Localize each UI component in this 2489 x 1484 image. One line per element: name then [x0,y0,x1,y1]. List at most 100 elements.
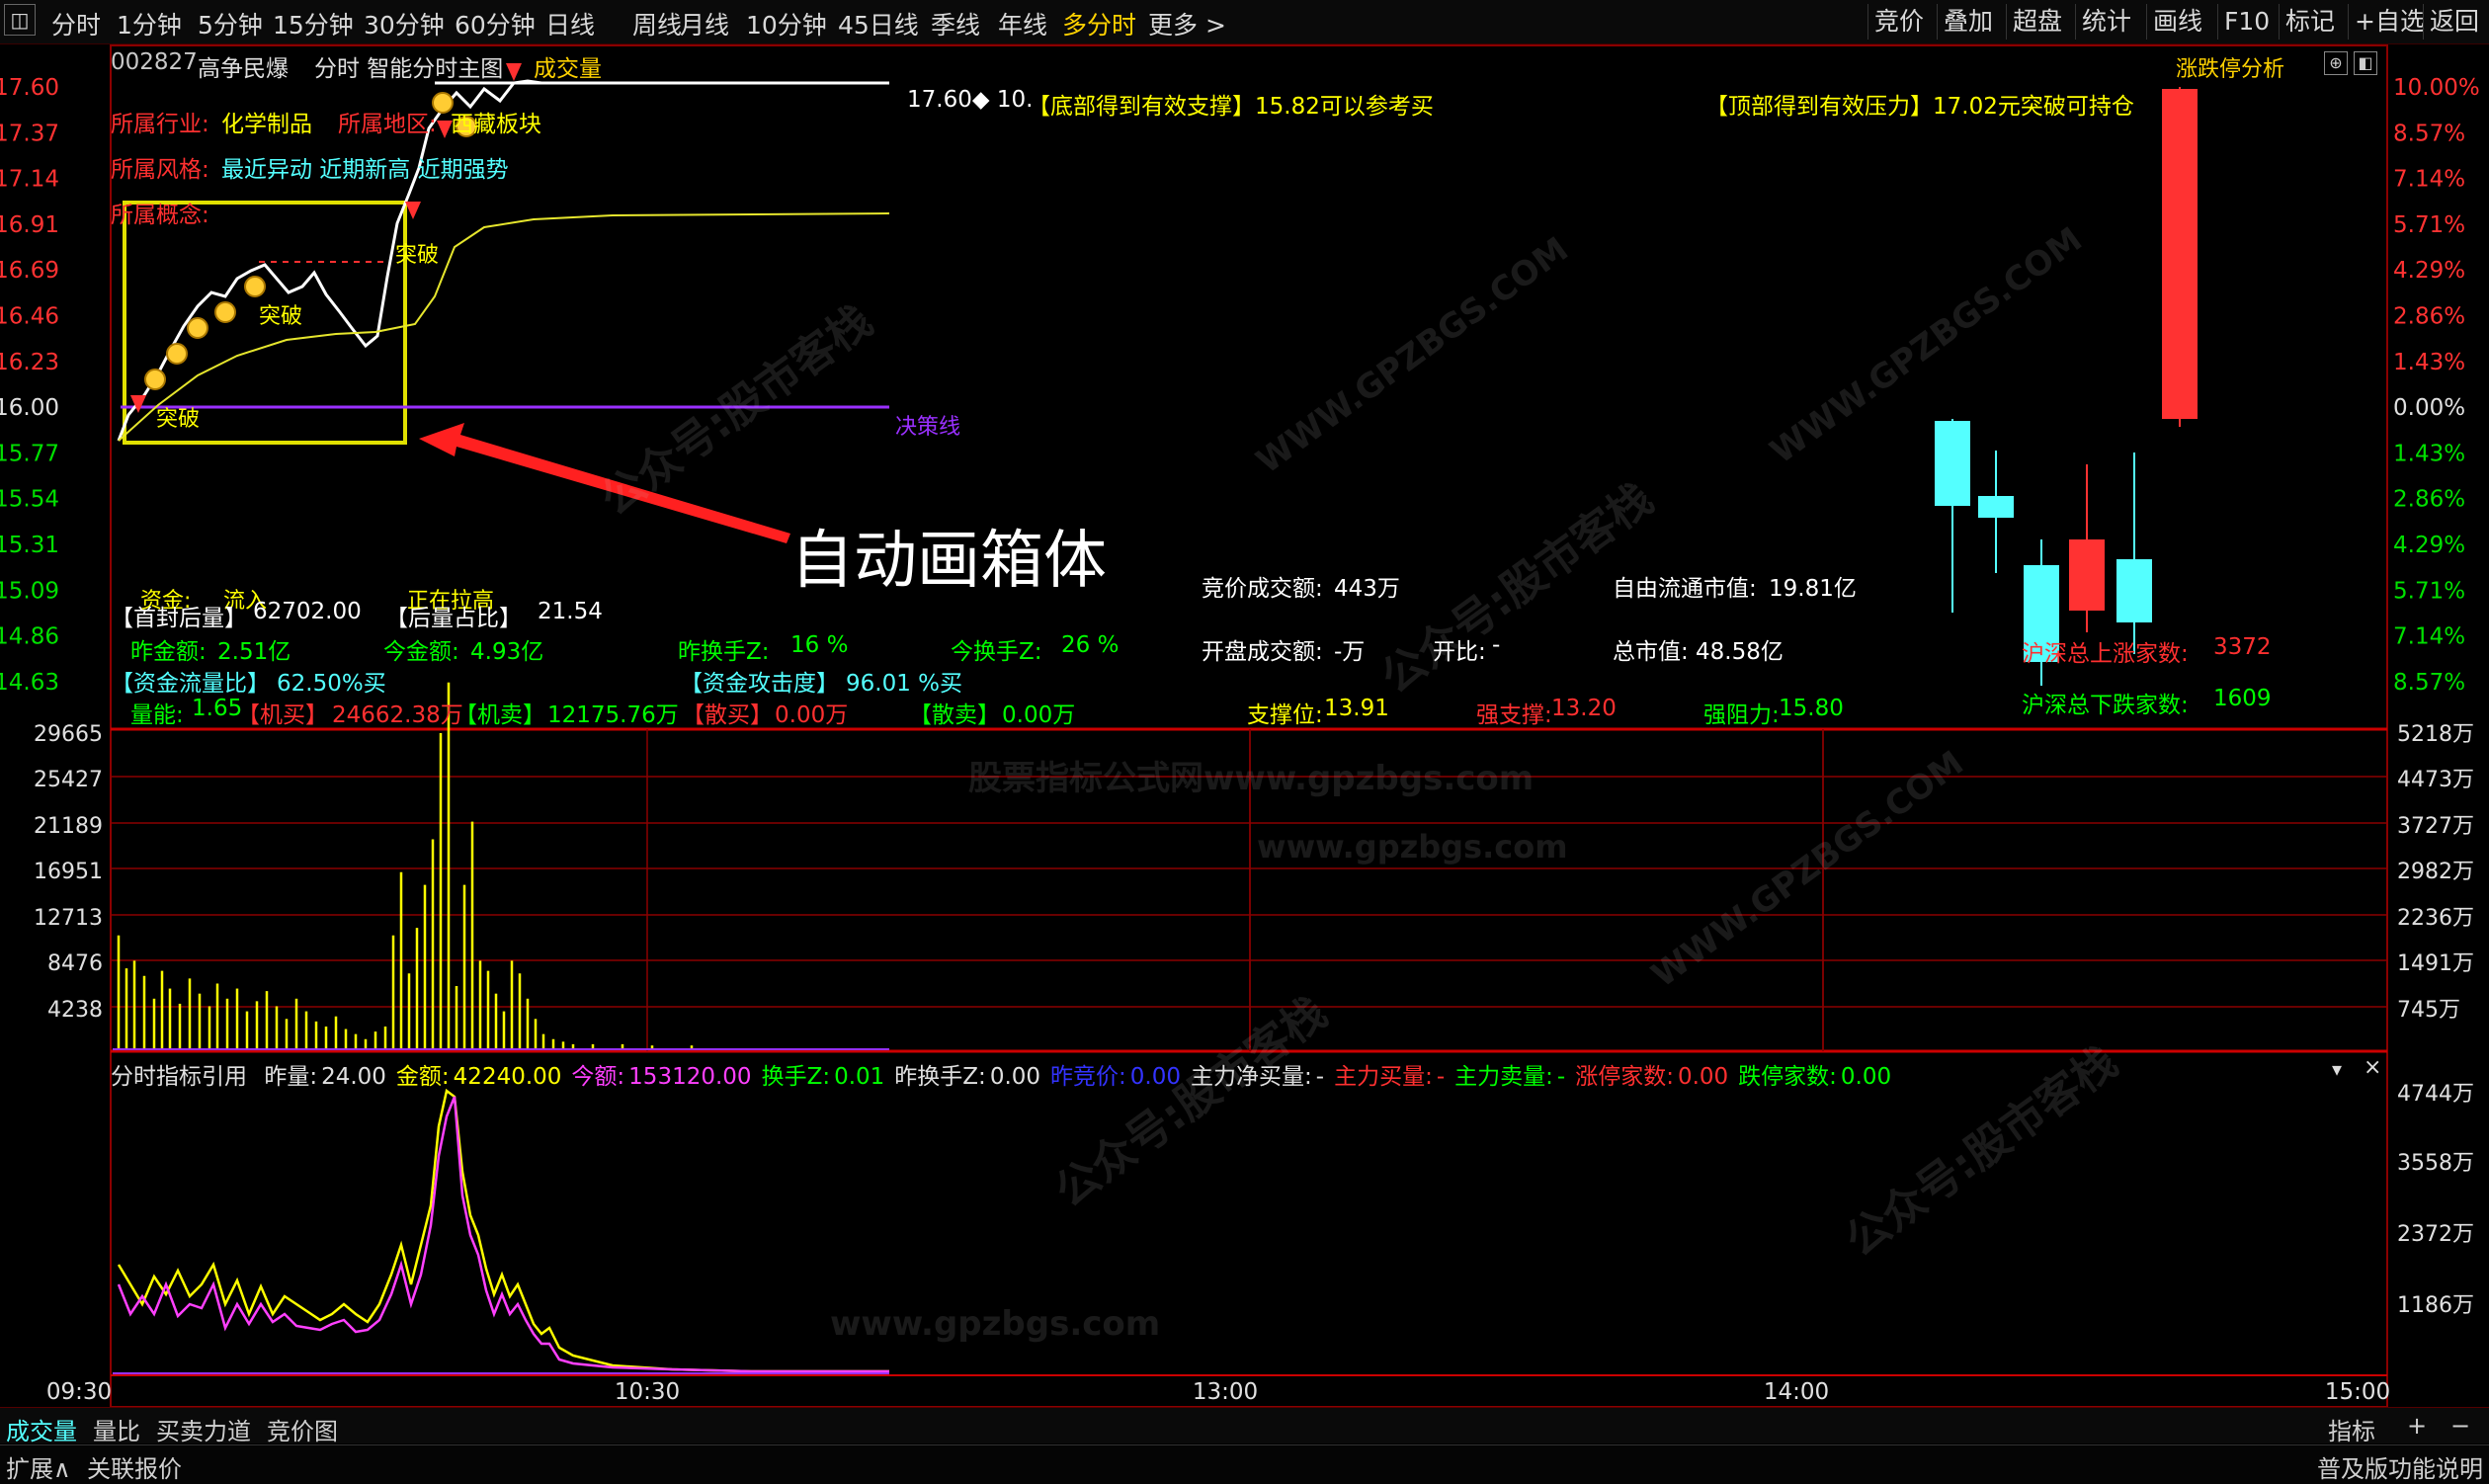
price-tick-left: 16.91 [0,212,59,238]
industry-label: 所属行业: [111,112,209,137]
chart-title: 分时 智能分时主图 [314,56,504,82]
strong-support-label: 强支撑: [1476,702,1552,728]
price-tick-right: 4.29% [2393,258,2465,284]
bottom-right-button-1[interactable]: + [2407,1412,2427,1440]
retail-sell-label: 【散卖】 [909,702,1000,728]
bottom-right-button-2[interactable]: − [2450,1412,2470,1440]
indicator-item-label: 金额: [395,1064,450,1090]
indicator-line-amount [117,1088,889,1373]
indicator-item-3: 换手Z: 0.01 [762,1064,885,1090]
volume-tick-left: 4238 [47,998,103,1023]
indicator-item-label: 换手Z: [761,1064,831,1090]
stock-name: 高争民爆 [198,56,289,82]
volume-tick-right: 1491万 [2397,951,2474,976]
flow-ratio-label: 【资金流量比】 [111,671,270,697]
money-bag-icon [166,343,188,365]
indicator-close-icon[interactable]: × [2364,1055,2381,1080]
volume-tick-left: 16951 [34,860,103,884]
price-tick-left: 14.86 [0,624,59,650]
auction-candle [2116,559,2152,622]
indicator-item-label: 昨换手Z: [894,1064,986,1090]
indicator-item-label: 涨停家数: [1575,1064,1674,1090]
bottom-tab-0[interactable]: 成交量 [6,1412,77,1446]
inst-buy-label: 【机买】 [237,702,328,728]
auction-amount-label: 竞价成交额: [1202,576,1323,602]
buy-arrow-icon [405,202,421,219]
help-link[interactable]: 普及版功能说明 [2317,1449,2483,1484]
style-label: 所属风格: [111,157,209,183]
indicator-item-value: - [1436,1064,1446,1090]
breakthrough-label-3: 突破 [395,243,440,268]
concept-label: 所属概念: [111,203,209,228]
volume-title[interactable]: 成交量 [534,49,602,83]
first-seal-label: 【首封后量】 [111,606,247,631]
price-tick-left: 17.14 [0,167,59,193]
price-tick-left: 17.37 [0,121,59,146]
limit-analysis-link[interactable]: 涨跌停分析 [2176,51,2284,83]
bottom-tab-bar: 成交量 量比 买卖力道 竞价图 指标 + − [0,1407,2489,1446]
total-cap-label: 总市值: [1613,639,1689,665]
retail-buy-label: 【散买】 [682,702,773,728]
indicator-item-value: 0.00 [1677,1064,1729,1090]
open-amount-value: -万 [1334,639,1366,665]
strong-support-value: 13.20 [1551,696,1617,721]
attack-label: 【资金攻击度】 [680,671,839,697]
today-turnover-label: 今换手Z: [951,639,1042,665]
indicator-item-0: 昨量: 24.00 [264,1064,386,1090]
support-note: 【底部得到有效支撑】15.82可以参考买 [1028,94,1434,120]
indicator-dropdown-icon[interactable]: ▾ [2332,1057,2342,1081]
breakthrough-label-1: 突破 [156,407,201,432]
price-tick-right: 2.86% [2393,304,2465,330]
region-value: 西藏板块 [451,112,541,137]
indicator-title[interactable]: 分时指标引用 [111,1064,247,1090]
indicator-item-4: 昨换手Z: 0.00 [894,1064,1040,1090]
time-tick: 10:30 [615,1379,680,1405]
volume-tick-left: 25427 [34,768,103,792]
support-label: 支撑位: [1247,702,1323,728]
auction-candle [2162,89,2198,419]
bottom-tab-2[interactable]: 买卖力道 [156,1412,251,1446]
time-tick: 15:00 [2325,1379,2390,1405]
pressure-note: 【顶部得到有效压力】17.02元突破可持仓 [1705,94,2134,120]
watermark-6: www.gpzbgs.com [1257,828,1568,866]
volume-tick-right: 3727万 [2397,814,2474,839]
time-tick: 14:00 [1764,1379,1829,1405]
expand-icon[interactable]: ⊕ [2324,51,2348,75]
float-cap-label: 自由流通市值: [1613,576,1757,602]
indicator-item-label: 昨竞价: [1050,1064,1126,1090]
indicator-item-value: 0.00 [1840,1064,1892,1090]
money-bag-icon [214,301,236,323]
breakthrough-label-2: 突破 [259,304,303,329]
bottom-tab-3[interactable]: 竞价图 [267,1412,338,1446]
today-amount-value: 4.93亿 [470,639,544,665]
status-bar: 扩展∧ 关联报价 普及版功能说明 [0,1444,2489,1484]
time-tick: 13:00 [1193,1379,1258,1405]
price-tick-right: 5.71% [2393,578,2465,604]
indicator-item-9: 涨停家数: 0.00 [1575,1064,1728,1090]
price-tick-left: 15.77 [0,441,59,466]
price-marker: 17.60◆ 10. [907,87,1034,113]
today-amount-label: 今金额: [383,639,459,665]
yest-amount-value: 2.51亿 [217,639,291,665]
bottom-tab-1[interactable]: 量比 [93,1412,140,1446]
float-cap-value: 19.81亿 [1769,576,1857,602]
price-tick-right: 10.00% [2393,75,2480,101]
indicator-item-label: 主力买量: [1334,1064,1433,1090]
price-tick-left: 16.46 [0,304,59,330]
box-annotation: 自动画箱体 [790,525,1107,598]
indicator-item-value: 42240.00 [453,1064,562,1090]
status-item-1[interactable]: 关联报价 [87,1449,182,1484]
indicator-item-label: 昨量: [264,1064,318,1090]
after-ratio-label: 【后量占比】 [385,606,522,631]
strong-resist-label: 强阻力: [1703,702,1780,728]
layout-icon[interactable]: ◧ [2354,51,2377,75]
status-item-0[interactable]: 扩展∧ [6,1449,71,1484]
watermark-5: 股票指标公式网www.gpzbgs.com [968,759,1535,798]
down-count-label: 沪深总下跌家数: [2022,693,2189,718]
volume-tick-left: 8476 [47,951,103,976]
price-tick-right: 4.29% [2393,533,2465,558]
vol-energy-label: 量能: [130,702,184,728]
price-tick-right: 1.43% [2393,350,2465,375]
indicator-tick-right: 2372万 [2397,1222,2474,1247]
bottom-right-button-0[interactable]: 指标 [2328,1412,2375,1446]
